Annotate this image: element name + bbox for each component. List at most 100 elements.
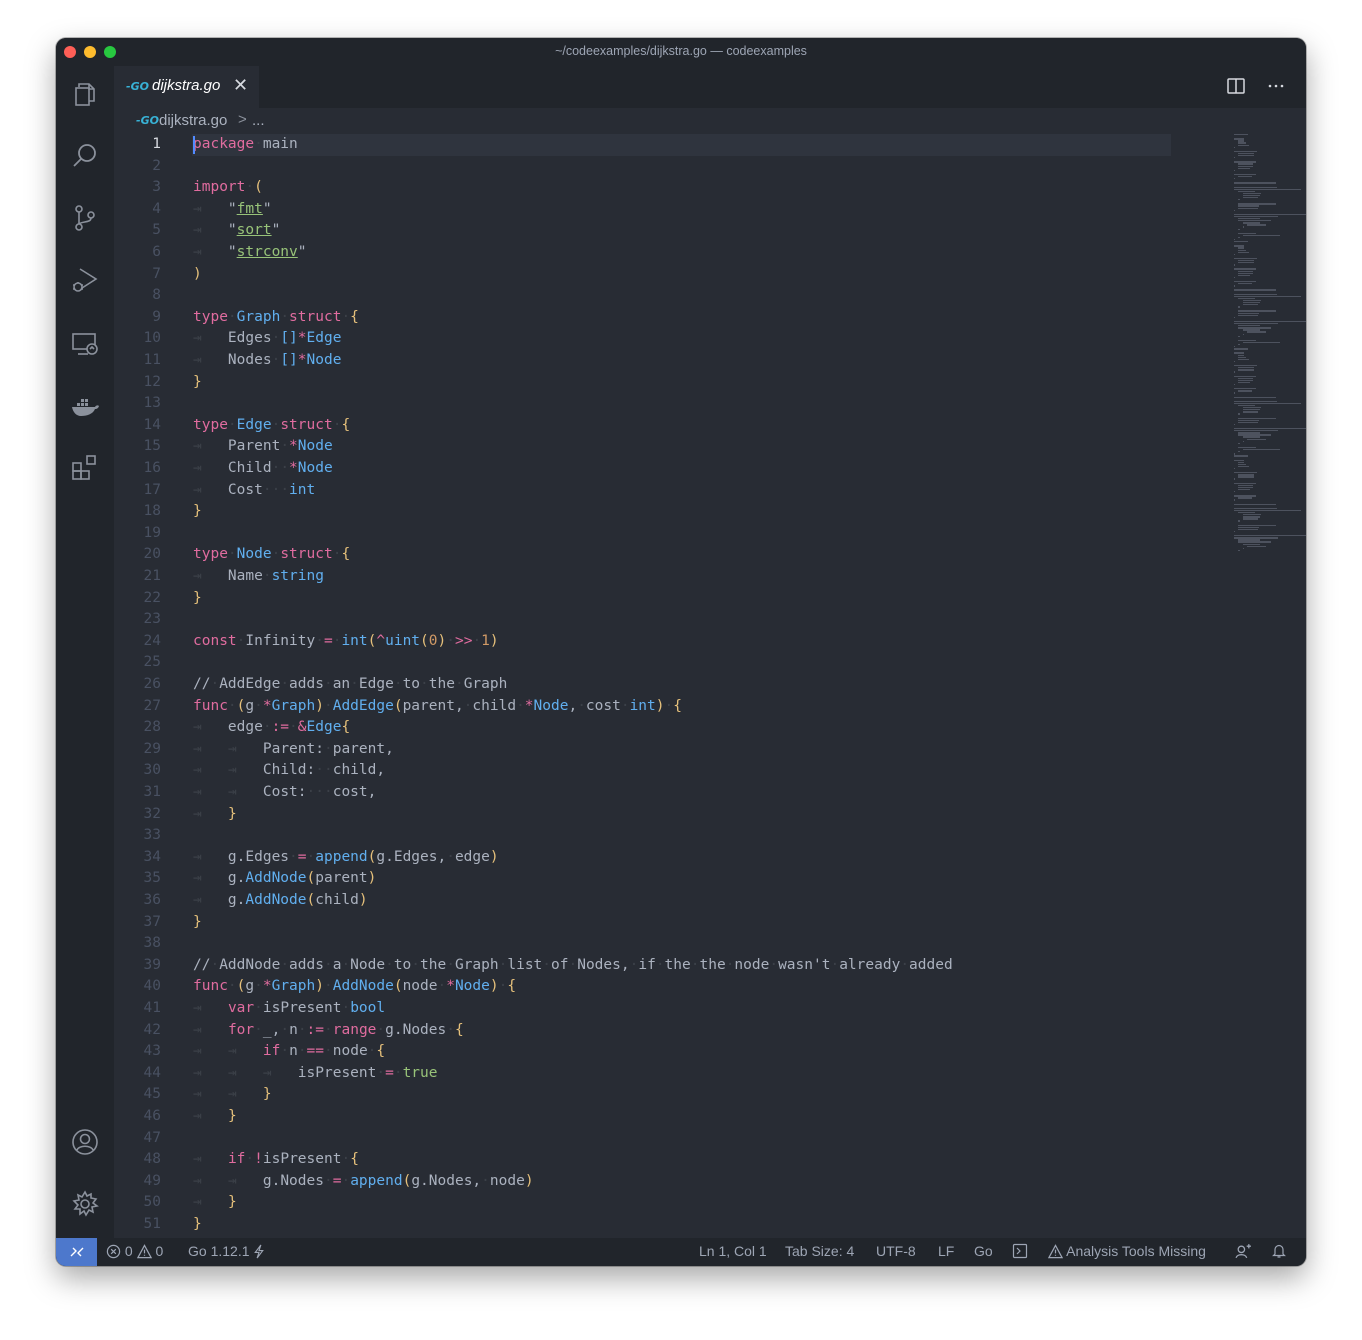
- cursor-position[interactable]: Ln 1, Col 1: [699, 1243, 767, 1259]
- code-line[interactable]: 8: [114, 285, 1214, 307]
- line-text: ⇥ Cost···int: [193, 481, 316, 498]
- run-debug-icon[interactable]: [69, 264, 101, 296]
- code-line[interactable]: 36 ⇥ g.AddNode(child): [114, 890, 1214, 912]
- line-number: 6: [152, 244, 161, 260]
- code-line[interactable]: 21 ⇥ Name·string: [114, 566, 1214, 588]
- code-line[interactable]: 17 ⇥ Cost···int: [114, 480, 1214, 502]
- code-line[interactable]: 29 ⇥ ⇥ Parent:·parent,: [114, 739, 1214, 761]
- minimap-line: [1238, 497, 1252, 499]
- code-line[interactable]: 10 ⇥ Edges·[]*Edge: [114, 328, 1214, 350]
- code-line[interactable]: 16 ⇥ Child··*Node: [114, 458, 1214, 480]
- code-line[interactable]: 49 ⇥ ⇥ g.Nodes·=·append(g.Nodes,·node): [114, 1171, 1214, 1193]
- code-line[interactable]: 6 ⇥ "strconv": [114, 242, 1214, 264]
- extensions-icon[interactable]: [69, 452, 101, 484]
- minimap-line: [1238, 390, 1252, 392]
- split-editor-icon[interactable]: [1226, 76, 1246, 96]
- code-line[interactable]: 38: [114, 933, 1214, 955]
- minimap[interactable]: [1234, 134, 1306, 564]
- code-line[interactable]: 51}: [114, 1214, 1214, 1236]
- minimap-line: [1238, 451, 1240, 453]
- code-line[interactable]: 31 ⇥ ⇥ Cost:···cost,: [114, 782, 1214, 804]
- code-line[interactable]: 1 package·main: [114, 134, 1214, 156]
- code-line[interactable]: 23: [114, 609, 1214, 631]
- tab-size[interactable]: Tab Size: 4: [785, 1243, 854, 1259]
- code-line[interactable]: 40 func·(g·*Graph)·AddNode(node·*Node)·{: [114, 976, 1214, 998]
- more-actions-icon[interactable]: [1266, 76, 1286, 96]
- code-line[interactable]: 4 ⇥ "fmt": [114, 199, 1214, 221]
- code-line[interactable]: 3 import·(: [114, 177, 1214, 199]
- accounts-icon[interactable]: [69, 1126, 101, 1158]
- code-line[interactable]: 41 ⇥ var·isPresent·bool: [114, 998, 1214, 1020]
- notifications-bell-icon[interactable]: [1271, 1243, 1287, 1259]
- code-line[interactable]: 20 type·Node·struct·{: [114, 544, 1214, 566]
- line-text: ): [193, 265, 202, 282]
- language-mode[interactable]: Go: [974, 1243, 993, 1259]
- code-line[interactable]: 25: [114, 652, 1214, 674]
- encoding[interactable]: UTF-8: [876, 1243, 916, 1259]
- breadcrumb-file[interactable]: dijkstra.go: [159, 112, 227, 129]
- code-line[interactable]: 45 ⇥ ⇥ }: [114, 1084, 1214, 1106]
- code-line[interactable]: 2: [114, 156, 1214, 178]
- code-line[interactable]: 18}: [114, 501, 1214, 523]
- code-line[interactable]: 50 ⇥ }: [114, 1192, 1214, 1214]
- analysis-tools-status[interactable]: Analysis Tools Missing: [1047, 1243, 1206, 1259]
- code-line[interactable]: 26 //·AddEdge·adds·an·Edge·to·the·Graph: [114, 674, 1214, 696]
- code-line[interactable]: 15 ⇥ Parent·*Node: [114, 436, 1214, 458]
- line-text: ⇥ Edges·[]*Edge: [193, 330, 342, 347]
- remote-indicator[interactable]: [56, 1238, 97, 1266]
- tab-close-icon[interactable]: ✕: [233, 75, 248, 96]
- code-line[interactable]: 35 ⇥ g.AddNode(parent): [114, 868, 1214, 890]
- code-line[interactable]: 22}: [114, 588, 1214, 610]
- manage-gear-icon[interactable]: [69, 1188, 101, 1220]
- terminal-icon[interactable]: [1012, 1243, 1028, 1259]
- code-line[interactable]: 33: [114, 825, 1214, 847]
- code-line[interactable]: 39 //·AddNode·adds·a·Node·to·the·Graph·li…: [114, 955, 1214, 977]
- code-line[interactable]: 37}: [114, 912, 1214, 934]
- docker-icon[interactable]: [69, 390, 101, 422]
- line-number: 24: [143, 632, 161, 649]
- source-control-icon[interactable]: [69, 202, 101, 234]
- code-line[interactable]: 34 ⇥ g.Edges·=·append(g.Edges,·edge): [114, 847, 1214, 869]
- minimap-line: [1242, 197, 1259, 199]
- remote-explorer-icon[interactable]: [69, 328, 101, 360]
- code-line[interactable]: 42 ⇥ for·_,·n·:=·range·g.Nodes·{: [114, 1020, 1214, 1042]
- code-line[interactable]: 24 const·Infinity·=·int(^uint(0)·>>·1): [114, 631, 1214, 653]
- minimap-line: [1242, 234, 1280, 237]
- minimap-line: [1234, 316, 1236, 319]
- code-line[interactable]: 46 ⇥ }: [114, 1106, 1214, 1128]
- code-line[interactable]: 14 type·Edge·struct·{: [114, 415, 1214, 437]
- minimap-line: [1238, 344, 1240, 346]
- code-editor[interactable]: 1 package·main 2 3 import·(4 ⇥ "fmt" 5 ⇥ "sort"…: [114, 134, 1306, 1238]
- code-line[interactable]: 27 func·(g·*Graph)·AddEdge(parent,·child·…: [114, 696, 1214, 718]
- problems-indicator[interactable]: 0 0: [106, 1243, 163, 1259]
- minimap-line: [1234, 182, 1276, 184]
- line-number: 33: [143, 827, 161, 844]
- code-line[interactable]: 9 type·Graph·struct·{: [114, 307, 1214, 329]
- explorer-icon[interactable]: [69, 78, 101, 110]
- code-line[interactable]: 30 ⇥ ⇥ Child:··child,: [114, 760, 1214, 782]
- code-line[interactable]: 28 ⇥ edge·:=·&Edge{: [114, 717, 1214, 739]
- feedback-icon[interactable]: [1235, 1243, 1252, 1260]
- code-line[interactable]: 11 ⇥ Nodes·[]*Node: [114, 350, 1214, 372]
- minimap-line: [1234, 423, 1236, 426]
- code-line[interactable]: 32 ⇥ }: [114, 804, 1214, 826]
- code-line[interactable]: 19: [114, 523, 1214, 545]
- line-text: const·Infinity·=·int(^uint(0)·>>·1): [193, 632, 499, 649]
- breadcrumb-symbols[interactable]: ...: [252, 112, 265, 129]
- line-number: 5: [152, 222, 161, 239]
- code-line[interactable]: 43 ⇥ ⇥ if·n·==·node·{: [114, 1041, 1214, 1063]
- code-line[interactable]: 13: [114, 393, 1214, 415]
- code-line[interactable]: 44 ⇥ ⇥ ⇥ isPresent·=·true: [114, 1063, 1214, 1085]
- code-line[interactable]: 47: [114, 1128, 1214, 1150]
- code-line[interactable]: 12}: [114, 372, 1214, 394]
- tab-dijkstra-go[interactable]: -GO dijkstra.go ✕: [114, 66, 259, 108]
- minimap-line: [1234, 276, 1236, 279]
- code-line[interactable]: 7): [114, 264, 1214, 286]
- go-version[interactable]: Go 1.12.1: [188, 1243, 265, 1259]
- code-line[interactable]: 5 ⇥ "sort": [114, 220, 1214, 242]
- end-of-line[interactable]: LF: [938, 1243, 954, 1259]
- minimap-line: [1238, 251, 1250, 253]
- line-number: 23: [143, 611, 161, 628]
- code-line[interactable]: 48 ⇥ if·!isPresent·{: [114, 1149, 1214, 1171]
- search-icon[interactable]: [69, 140, 101, 172]
